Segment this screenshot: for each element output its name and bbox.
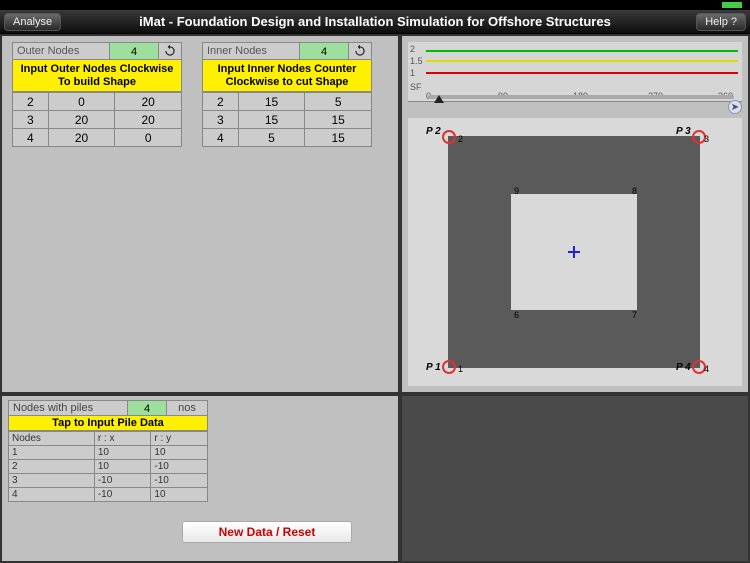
corner-label-p4: P 4 <box>676 362 691 373</box>
piles-count[interactable]: 4 <box>127 401 167 415</box>
visualization-panel: 2 1.5 1 SF 0 90 180 270 360 ➤ P <box>400 34 750 394</box>
sf-chart: 2 1.5 1 SF 0 90 180 270 360 <box>408 42 742 102</box>
corner-label-p1: P 1 <box>426 362 441 373</box>
new-data-reset-button[interactable]: New Data / Reset <box>182 521 352 543</box>
piles-label: Nodes with piles <box>9 402 127 414</box>
chart-slider[interactable] <box>428 95 734 99</box>
app-title: iMat - Foundation Design and Installatio… <box>0 14 750 29</box>
piles-instruction[interactable]: Tap to Input Pile Data <box>8 416 208 431</box>
inner-refresh-button[interactable] <box>349 42 371 60</box>
piles-unit: nos <box>167 402 207 414</box>
chart-line-green <box>426 50 738 52</box>
piles-table[interactable]: Nodes r : x r : y 11010 210-10 3-10-10 4… <box>8 431 208 502</box>
outer-instruction: Input Outer Nodes Clockwise To build Sha… <box>12 60 182 92</box>
battery-icon <box>722 2 742 8</box>
chart-line-yellow <box>426 60 738 62</box>
refresh-icon <box>163 44 177 58</box>
inner-nodes-count[interactable]: 4 <box>299 43 349 59</box>
pile-ring-1 <box>442 360 456 374</box>
empty-result-panel <box>400 394 750 563</box>
help-button[interactable]: Help ? <box>696 13 746 31</box>
outer-nodes-count[interactable]: 4 <box>109 43 159 59</box>
pile-ring-2 <box>442 130 456 144</box>
refresh-icon <box>353 44 367 58</box>
corner-label-p2: P 2 <box>426 126 441 137</box>
outer-refresh-button[interactable] <box>159 42 181 60</box>
piles-panel: Nodes with piles 4 nos Tap to Input Pile… <box>0 394 400 563</box>
status-bar <box>0 0 750 10</box>
center-crosshair-icon <box>568 246 580 258</box>
outer-nodes-table: Outer Nodes 4 Input Outer Nodes Clockwis… <box>12 42 182 147</box>
inner-nodes-label: Inner Nodes <box>203 45 299 57</box>
inner-nodes-table: Inner Nodes 4 Input Inner Nodes Counter … <box>202 42 372 147</box>
play-next-button[interactable]: ➤ <box>728 100 742 114</box>
nodes-panel: Outer Nodes 4 Input Outer Nodes Clockwis… <box>0 34 400 394</box>
inner-grid[interactable]: 2155 31515 4515 <box>202 92 372 147</box>
outer-grid[interactable]: 2020 32020 4200 <box>12 92 182 147</box>
shape-canvas[interactable]: P 1 P 2 P 3 P 4 1 2 3 4 6 7 8 9 <box>408 118 742 386</box>
analyse-button[interactable]: Analyse <box>4 13 61 31</box>
corner-label-p3: P 3 <box>676 126 691 137</box>
outer-nodes-label: Outer Nodes <box>13 45 109 57</box>
title-bar: Analyse iMat - Foundation Design and Ins… <box>0 10 750 34</box>
chart-line-red <box>426 72 738 74</box>
inner-instruction: Input Inner Nodes Counter Clockwise to c… <box>202 60 372 92</box>
slider-thumb-icon[interactable] <box>434 95 444 103</box>
